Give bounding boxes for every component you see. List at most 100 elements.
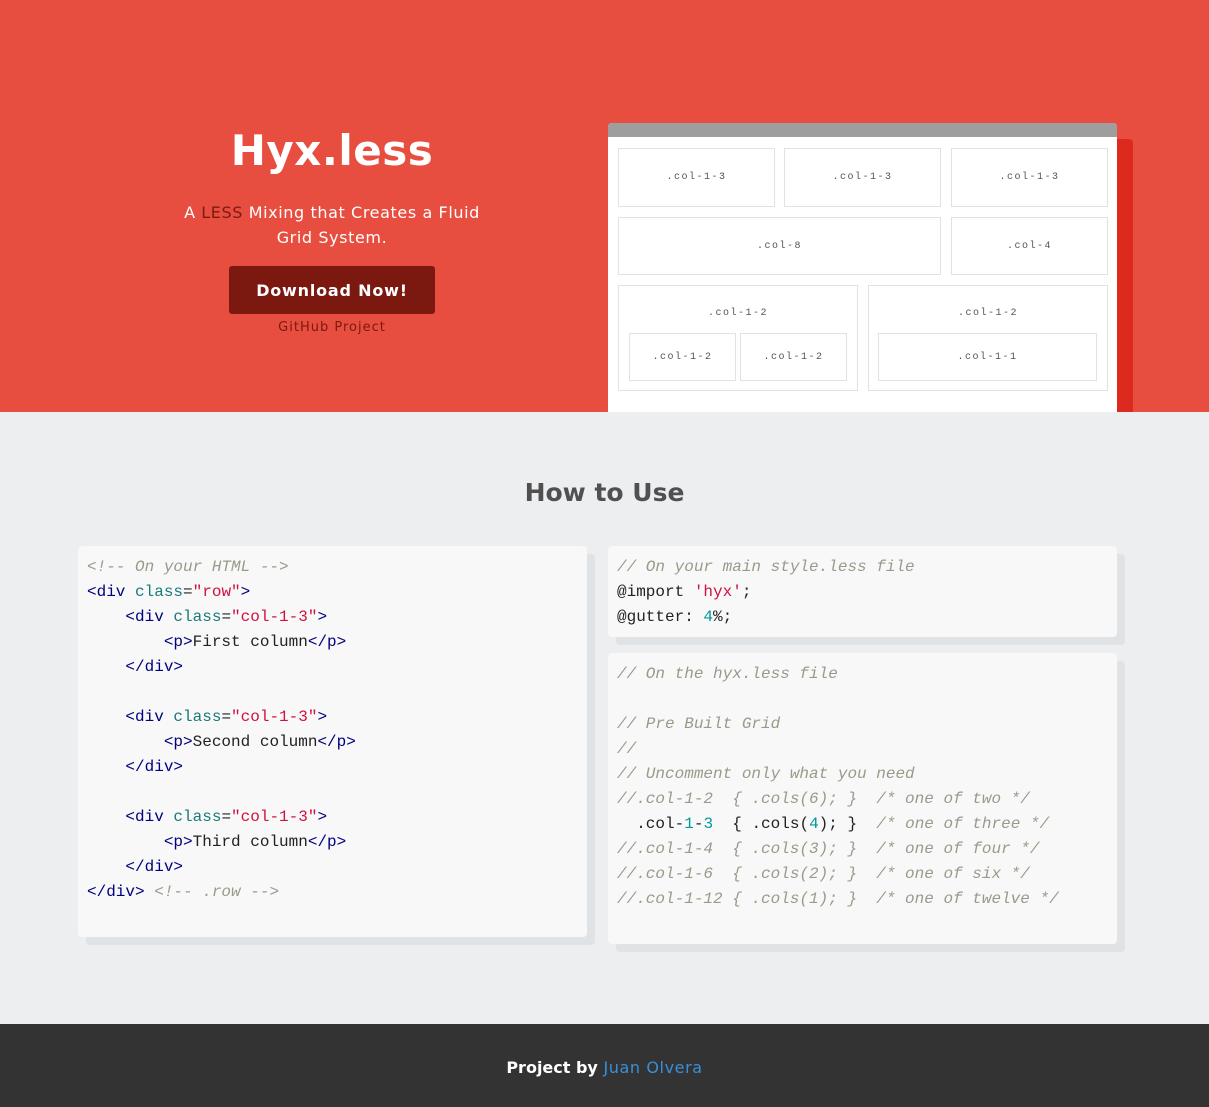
footer: Project by Juan Olvera [0, 1024, 1209, 1107]
code-line: <p>Third column</p> [87, 833, 346, 851]
site-title: Hyx.less [230, 126, 434, 175]
code-line: <!-- On your HTML --> [87, 558, 289, 576]
code-token: <div [125, 708, 174, 726]
code-token: "col-1-3" [231, 808, 318, 826]
grid-cell: .col-1-1 [878, 333, 1097, 381]
code-token: //.col-1-4 { .cols(3); } /* one of four … [617, 840, 1040, 858]
code-line: // On the hyx.less file [617, 665, 838, 683]
code-token: </p> [307, 633, 347, 651]
code-token: //.col-1-2 { .cols(6); } /* one of two *… [617, 790, 1030, 808]
code-token: // [617, 740, 637, 758]
code-token: <p> [163, 833, 193, 851]
code-token: class [173, 808, 222, 826]
html-code-block: <!-- On your HTML --> <div class="row"> … [78, 546, 587, 937]
code-token: { .cols( [713, 815, 810, 833]
grid-cell: .col-1-2 [740, 333, 847, 381]
code-token: ; [741, 583, 752, 601]
grid-cell-label: .col-1-2 [957, 308, 1018, 319]
code-token: //.col-1-6 { .cols(2); } /* one of six *… [617, 865, 1030, 883]
code-token: 4 [703, 608, 714, 626]
code-token: 1 [684, 815, 694, 833]
code-line: //.col-1-12 { .cols(1); } /* one of twel… [617, 890, 1059, 908]
code-line: <p>First column</p> [87, 633, 346, 651]
code-line: <div class="col-1-3"> [87, 708, 327, 726]
code-token: </p> [307, 833, 347, 851]
style-code-block: // On your main style.less file @import … [608, 546, 1117, 637]
grid-cell-label: .col-1-2 [707, 308, 768, 319]
code-line: // Uncomment only what you need [617, 765, 915, 783]
code-token: </div> [87, 883, 145, 901]
code-token: /* one of three */ [876, 815, 1050, 833]
hyx-code-block: // On the hyx.less file // Pre Built Gri… [608, 653, 1117, 944]
grid-cell: .col-1-2 [629, 333, 736, 381]
code-token: <!-- .row --> [154, 883, 280, 901]
code-token: .col- [617, 815, 685, 833]
hyx-code: // On the hyx.less file // Pre Built Gri… [617, 662, 1108, 912]
code-line: @import 'hyx'; [617, 583, 751, 601]
github-project-link[interactable]: GitHub Project [232, 320, 432, 335]
code-token: <p> [163, 733, 193, 751]
code-token: 'hyx' [693, 583, 742, 601]
hero-section: Hyx.less A LESS Mixing that Creates a Fl… [0, 0, 1209, 412]
browser-mock-titlebar [608, 123, 1117, 137]
browser-mock: .col-1-3 .col-1-3 .col-1-3 .col-8 .col-4… [608, 123, 1117, 412]
code-token: = [221, 808, 232, 826]
code-token: //.col-1-12 { .cols(1); } /* one of twel… [617, 890, 1059, 908]
code-line: //.col-1-6 { .cols(2); } /* one of six *… [617, 865, 1030, 883]
code-line: @gutter: 4%; [617, 608, 732, 626]
tagline-highlight: LESS [201, 203, 244, 222]
grid-cell: .col-8 [618, 217, 941, 275]
code-token: </div> [125, 858, 184, 876]
code-token: // On your main style.less file [617, 558, 915, 576]
code-line: </div> <!-- .row --> [87, 883, 279, 901]
code-token: 4 [809, 815, 819, 833]
code-token: = [221, 708, 232, 726]
code-token: class [173, 608, 222, 626]
code-token: // Uncomment only what you need [617, 765, 915, 783]
code-token: class [135, 583, 184, 601]
author-link[interactable]: Juan Olvera [603, 1058, 702, 1077]
code-line: </div> [87, 758, 183, 776]
code-token: > [317, 708, 328, 726]
code-token: 3 [703, 815, 714, 833]
grid-cell: .col-1-3 [784, 148, 941, 207]
code-token: </p> [317, 733, 356, 751]
code-token: Second column [192, 733, 318, 751]
code-token: // On the hyx.less file [617, 665, 838, 683]
code-token: "row" [192, 583, 241, 601]
tagline-prefix: A [184, 203, 202, 222]
footer-credit: Project by Juan Olvera [0, 1058, 1209, 1077]
code-token: "col-1-3" [231, 608, 318, 626]
grid-cell: .col-1-3 [618, 148, 775, 207]
code-token: </div> [125, 658, 184, 676]
download-button[interactable]: Download Now! [229, 266, 435, 314]
tagline-rest: Mixing that Creates a Fluid Grid System. [243, 203, 480, 247]
code-token: > [317, 608, 328, 626]
how-to-use-heading: How to Use [524, 478, 685, 507]
site-tagline: A LESS Mixing that Creates a Fluid Grid … [182, 200, 482, 250]
code-token: // Pre Built Grid [617, 715, 781, 733]
code-token: <div [125, 608, 174, 626]
code-token: class [173, 708, 222, 726]
code-token: = [183, 583, 193, 601]
code-token: "col-1-3" [231, 708, 318, 726]
code-token: First column [192, 633, 308, 651]
code-line: // On your main style.less file [617, 558, 915, 576]
code-line: </div> [87, 658, 183, 676]
code-line: <p>Second column</p> [87, 733, 356, 751]
code-line: <div class="row"> [87, 583, 250, 601]
code-token: ); } [818, 815, 877, 833]
style-code: // On your main style.less file @import … [617, 555, 1108, 630]
code-token: @import [617, 583, 694, 601]
code-token: <!-- On your HTML --> [87, 558, 289, 576]
code-token: > [240, 583, 251, 601]
code-token: > [317, 808, 328, 826]
